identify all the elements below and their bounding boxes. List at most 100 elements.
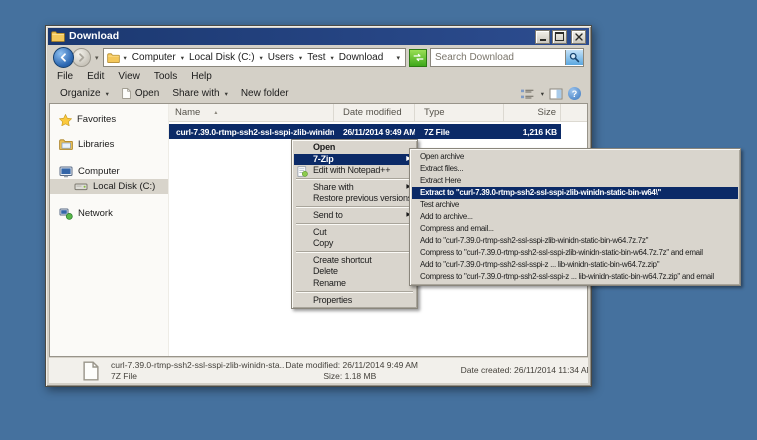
menu-separator (296, 178, 413, 180)
maximize-icon (555, 32, 564, 41)
computer-icon (59, 166, 73, 178)
close-icon (575, 33, 583, 41)
menu-separator (296, 251, 413, 253)
star-icon (59, 114, 72, 126)
open-button[interactable]: Open (118, 85, 163, 102)
search-input[interactable] (431, 52, 565, 63)
details-file-type: 7Z File (111, 371, 285, 382)
context-menu-item-cut[interactable]: Cut (294, 227, 415, 239)
context-menu-item-create-shortcut[interactable]: Create shortcut (294, 255, 415, 267)
sidebar-item-label: Libraries (78, 139, 114, 150)
help-icon[interactable]: ? (568, 87, 581, 100)
recent-pages-dropdown[interactable]: ▾ (94, 54, 100, 62)
submenu-item-add-to-7z[interactable]: Add to "curl-7.39.0-rtmp-ssh2-ssl-sspi-z… (412, 235, 738, 247)
breadcrumb-separator-icon[interactable]: ▾ (330, 54, 335, 62)
breadcrumb-separator-icon[interactable]: ▾ (259, 54, 264, 62)
forward-button[interactable] (72, 48, 91, 67)
menu-separator (296, 206, 413, 208)
breadcrumb[interactable]: ▾ Computer ▾ Local Disk (C:) ▾ Users ▾ T… (103, 48, 406, 67)
address-bar: ▾ ▾ Computer ▾ Local Disk (C:) ▾ Users ▾… (48, 46, 589, 69)
context-menu-item-share-with[interactable]: Share with ▶ (294, 182, 415, 194)
context-menu-item-copy[interactable]: Copy (294, 238, 415, 250)
breadcrumb-download[interactable]: Download (338, 52, 384, 63)
search-box (430, 48, 584, 67)
preview-pane-icon[interactable] (549, 88, 563, 100)
submenu-item-extract-here[interactable]: Extract Here (412, 175, 738, 187)
page-icon (122, 88, 131, 99)
menu-view[interactable]: View (111, 70, 147, 84)
views-dropdown-icon[interactable]: ▾ (541, 90, 544, 98)
details-file-name: curl-7.39.0-rtmp-ssh2-ssl-sspi-zlib-wini… (111, 360, 285, 371)
details-created-block: Date created: 26/11/2014 11:34 AM (439, 365, 588, 376)
submenu-item-extract-to[interactable]: Extract to "curl-7.39.0-rtmp-ssh2-ssl-ss… (412, 187, 738, 199)
menu-file[interactable]: File (50, 70, 80, 84)
file-name: curl-7.39.0-rtmp-ssh2-ssl-sspi-zlib-wini… (176, 127, 334, 137)
menu-bar: File Edit View Tools Help (48, 70, 589, 84)
submenu-item-compress-and-email[interactable]: Compress and email... (412, 223, 738, 235)
organize-button[interactable]: Organize ▾ (56, 85, 113, 102)
maximize-button[interactable] (552, 30, 567, 44)
menu-edit[interactable]: Edit (80, 70, 111, 84)
submenu-item-compress-to-7z-and-email[interactable]: Compress to "curl-7.39.0-rtmp-ssh2-ssl-s… (412, 247, 738, 259)
desktop: Download ▾ ▾ Computer ▾ Local Disk (C:) … (0, 0, 757, 440)
back-arrow-icon (59, 53, 68, 62)
column-header-size[interactable]: Size (504, 104, 561, 121)
submenu-item-extract-files[interactable]: Extract files... (412, 163, 738, 175)
sidebar-item-libraries[interactable]: Libraries (50, 137, 168, 152)
file-row-selected[interactable]: curl-7.39.0-rtmp-ssh2-ssl-sspi-zlib-wini… (169, 124, 561, 139)
refresh-button[interactable] (409, 49, 427, 67)
context-menu-item-edit-with-notepadpp[interactable]: Edit with Notepad++ (294, 165, 415, 177)
file-name-cell: curl-7.39.0-rtmp-ssh2-ssl-sspi-zlib-wini… (169, 126, 334, 137)
sidebar-item-network[interactable]: Network (50, 206, 168, 221)
details-size: Size: 1.18 MB (285, 371, 438, 382)
sidebar-item-favorites[interactable]: Favorites (50, 112, 168, 127)
title-bar[interactable]: Download (48, 28, 589, 45)
file-size-cell: 1,216 KB (504, 127, 561, 137)
context-menu-item-open[interactable]: Open (294, 142, 415, 154)
context-menu-item-rename[interactable]: Rename (294, 278, 415, 290)
breadcrumb-computer[interactable]: Computer (131, 52, 177, 63)
command-toolbar: Organize ▾ Open Share with ▾ New folder … (48, 84, 589, 103)
submenu-item-compress-to-zip-and-email[interactable]: Compress to "curl-7.39.0-rtmp-ssh2-ssl-s… (412, 271, 738, 283)
submenu-item-open-archive[interactable]: Open archive (412, 151, 738, 163)
submenu-item-test-archive[interactable]: Test archive (412, 199, 738, 211)
search-button[interactable] (565, 50, 583, 65)
menu-help[interactable]: Help (184, 70, 219, 84)
column-label: Size (538, 107, 556, 118)
sidebar-item-computer[interactable]: Computer (50, 164, 168, 179)
breadcrumb-local-disk[interactable]: Local Disk (C:) (188, 52, 256, 63)
address-dropdown-icon[interactable]: ▾ (394, 54, 402, 62)
views-icon[interactable] (520, 88, 535, 100)
menu-tools[interactable]: Tools (147, 70, 184, 84)
file-date-cell: 26/11/2014 9:49 AM (334, 127, 415, 137)
column-header-date-modified[interactable]: Date modified (334, 104, 415, 121)
column-header-type[interactable]: Type (415, 104, 504, 121)
context-menu-item-7zip[interactable]: 7-Zip ▶ (294, 154, 415, 166)
back-button[interactable] (53, 47, 74, 68)
context-menu-item-send-to[interactable]: Send to ▶ (294, 210, 415, 222)
submenu-item-add-to-archive[interactable]: Add to archive... (412, 211, 738, 223)
close-button[interactable] (571, 30, 586, 44)
sidebar-item-label: Computer (78, 166, 120, 177)
breadcrumb-separator-icon[interactable]: ▾ (123, 54, 128, 62)
breadcrumb-separator-icon[interactable]: ▾ (298, 54, 303, 62)
context-menu-item-restore-previous-versions[interactable]: Restore previous versions (294, 193, 415, 205)
context-menu-item-properties[interactable]: Properties (294, 295, 415, 307)
window-title: Download (69, 28, 533, 45)
network-icon (59, 208, 73, 220)
breadcrumb-separator-icon[interactable]: ▾ (180, 54, 185, 62)
breadcrumb-users[interactable]: Users (267, 52, 295, 63)
submenu-item-add-to-zip[interactable]: Add to "curl-7.39.0-rtmp-ssh2-ssl-sspi-z… (412, 259, 738, 271)
sidebar-item-local-disk-c[interactable]: Local Disk (C:) (50, 179, 168, 194)
context-menu-item-delete[interactable]: Delete (294, 266, 415, 278)
share-with-button[interactable]: Share with ▾ (168, 85, 232, 102)
new-folder-button[interactable]: New folder (237, 85, 293, 102)
folder-icon (51, 31, 65, 42)
navigation-pane: Favorites Libraries Computer Local Disk … (50, 104, 169, 356)
breadcrumb-test[interactable]: Test (306, 52, 326, 63)
file-type-cell: 7Z File (415, 127, 504, 137)
column-header-name[interactable]: Name ▴ (169, 104, 334, 121)
details-pane: curl-7.39.0-rtmp-ssh2-ssl-sspi-zlib-wini… (49, 358, 588, 383)
minimize-button[interactable] (535, 30, 550, 44)
details-date-created: Date created: 26/11/2014 11:34 AM (461, 365, 588, 376)
